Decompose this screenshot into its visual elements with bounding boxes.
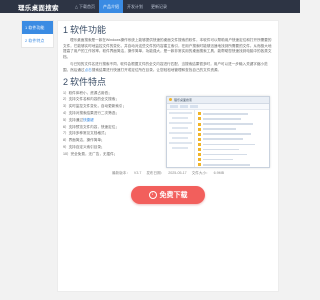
version-value: V3.7 — [133, 170, 142, 175]
screenshot-titlebar: 理乐桌面搜索 — [167, 96, 269, 104]
features-paragraph-2: 与已知的文件名进行搜索不同，软件会根据文件的全文内容进行匹配，当搜索结果很多时，… — [63, 62, 273, 73]
download-area: ↓ 免费下载 — [63, 185, 273, 204]
date-label: 发布日期： — [146, 170, 165, 175]
date-value: 2025-05-17 — [168, 170, 187, 175]
nav-item-changelog[interactable]: 更新记录 — [147, 0, 171, 13]
screenshot-title: 理乐桌面搜索 — [174, 97, 193, 102]
feature-item: 7）支持多种常见文档格式； — [63, 131, 109, 136]
feature-item: 10）完全免费，无广告，无插件； — [63, 151, 118, 156]
feature-item: 6）支持预览文件内容，快速定位； — [63, 124, 119, 129]
top-navbar: 理乐桌面搜索 △ 下载首页 产品介绍 开发计划 更新记录 — [0, 0, 300, 13]
feature-link[interactable]: 快捷键 — [83, 118, 94, 122]
nav-item-product[interactable]: 产品介绍 — [99, 0, 123, 13]
feature-item: 2）支持文件名和内容的全文搜索； — [63, 97, 119, 102]
filesize-value: 6.9MB — [213, 170, 225, 175]
main-nav: △ 下载首页 产品介绍 开发计划 更新记录 — [71, 0, 171, 13]
toolbar-button-shape — [180, 104, 188, 108]
download-arrow-icon: ↓ — [148, 190, 157, 199]
release-meta: 最新版本： V3.7 发布日期： 2025-05-17 文件大小： 6.9MB — [63, 171, 273, 176]
section-title-text: 软件特点 — [70, 76, 107, 87]
section-title-text: 软件功能 — [70, 25, 107, 35]
free-download-button[interactable]: ↓ 免费下载 — [131, 185, 205, 204]
feature-text: 5）支持通过 — [63, 117, 83, 122]
sidebar-item-features[interactable]: 1 软件功能 — [22, 21, 53, 34]
feature-item: 9）支持自定义索引目录； — [63, 144, 105, 149]
nav-item-home[interactable]: △ 下载首页 — [71, 0, 99, 13]
section-title-features: 1 软件功能 — [63, 25, 273, 36]
download-label: 免费下载 — [159, 191, 188, 199]
feature-item: 4）支持对搜索结果进行二次筛选； — [63, 110, 119, 115]
features-paragraph-1: 理乐桌面搜索是一款在Windows操作系统上能够提供快速的桌面文件搜索的软件，本… — [63, 38, 272, 59]
feature-item: 1）软件体积小，资源占用低； — [63, 90, 112, 95]
section-number: 2 — [63, 76, 69, 87]
feature-item: 5）支持通过快捷键 — [63, 117, 158, 124]
inline-link[interactable]: 点击 — [85, 68, 92, 72]
screenshot-folder-tree — [167, 109, 195, 167]
content-card: 1 软件功能 理乐桌面搜索是一款在Windows操作系统上能够提供快速的桌面文件搜… — [57, 20, 279, 292]
toolbar-button-shape — [170, 104, 178, 108]
screenshot-file-list — [195, 110, 269, 167]
paragraph-text: 搜索结果进行快速打开或定位所在目录。让您轻松地管理和查找自己的文件资源。 — [91, 67, 222, 72]
feature-list: 1）软件体积小，资源占用低； 2）支持文件名和内容的全文搜索； 3）实时监控文件… — [63, 90, 158, 168]
app-icon — [169, 98, 172, 102]
version-label: 最新版本： — [111, 170, 130, 175]
app-screenshot: 理乐桌面搜索 — [166, 95, 270, 168]
feature-item: 8）界面简洁，操作简单； — [63, 138, 105, 143]
sidebar-item-highlights[interactable]: 2 软件特点 — [22, 34, 53, 47]
site-logo[interactable]: 理乐桌面搜索 — [18, 2, 59, 12]
filesize-label: 文件大小： — [191, 170, 210, 175]
highlights-row: 1）软件体积小，资源占用低； 2）支持文件名和内容的全文搜索； 3）实时监控文件… — [63, 90, 273, 168]
section-title-highlights: 2 软件特点 — [63, 77, 273, 88]
nav-item-plan[interactable]: 开发计划 — [123, 0, 147, 13]
toolbar-button-shape — [190, 104, 198, 108]
screenshot-body — [167, 109, 269, 167]
section-number: 1 — [63, 25, 69, 35]
sidebar: 1 软件功能 2 软件特点 — [21, 20, 54, 48]
feature-item: 3）实时监控文件变化，自动更新索引； — [63, 104, 127, 109]
